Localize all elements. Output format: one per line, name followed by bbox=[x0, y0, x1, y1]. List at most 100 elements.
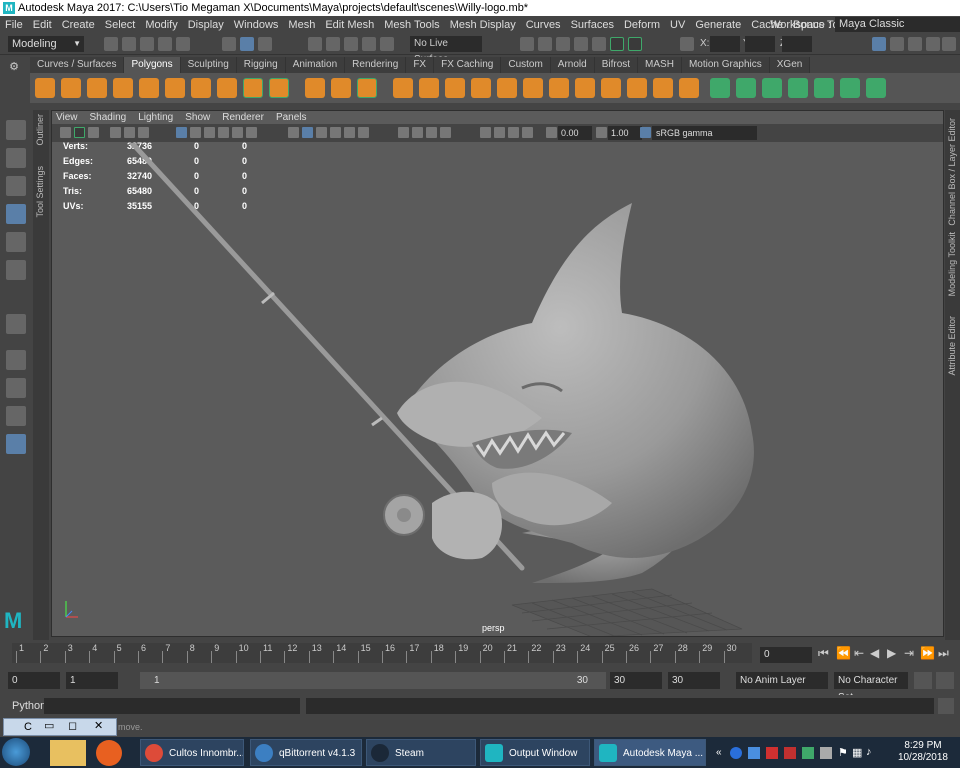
z-field[interactable] bbox=[782, 36, 812, 52]
two-view-layout-icon[interactable] bbox=[6, 406, 26, 426]
rotate-tool-icon[interactable] bbox=[6, 232, 26, 252]
vp-menu-view[interactable]: View bbox=[56, 112, 78, 123]
menu-select[interactable]: Select bbox=[100, 19, 141, 31]
xray-joints-icon[interactable] bbox=[508, 127, 519, 138]
poly-disc-icon[interactable] bbox=[191, 78, 211, 98]
safe-action-icon[interactable] bbox=[246, 127, 257, 138]
four-view-layout-icon[interactable] bbox=[6, 378, 26, 398]
taskbar-maya[interactable]: Autodesk Maya ... bbox=[594, 739, 706, 766]
2d-pan-zoom-icon[interactable] bbox=[124, 127, 135, 138]
select-object-icon[interactable] bbox=[240, 37, 254, 51]
shelf-tab-motion-graphics[interactable]: Motion Graphics bbox=[681, 57, 770, 73]
anim-prefs-icon[interactable] bbox=[936, 672, 954, 689]
outliner-tab[interactable]: Outliner bbox=[35, 114, 45, 146]
undo-icon[interactable] bbox=[158, 37, 172, 51]
view-transform-dropdown[interactable]: sRGB gamma bbox=[652, 126, 757, 140]
save-scene-icon[interactable] bbox=[140, 37, 154, 51]
tray-app-icon[interactable] bbox=[766, 747, 778, 759]
start-button-icon[interactable] bbox=[2, 738, 30, 766]
tool-settings-tab[interactable]: Tool Settings bbox=[35, 166, 45, 218]
current-frame-field[interactable]: 0 bbox=[760, 647, 812, 663]
shelf-tab-xgen[interactable]: XGen bbox=[769, 57, 811, 73]
taskbar-output-window[interactable]: Output Window bbox=[480, 739, 590, 766]
menu-uv[interactable]: UV bbox=[665, 19, 690, 31]
minimized-window[interactable]: C ▭ ◻ ✕ bbox=[3, 718, 117, 736]
vp-menu-shading[interactable]: Shading bbox=[90, 112, 127, 123]
poly-plane-icon[interactable] bbox=[165, 78, 185, 98]
grease-pencil-icon[interactable] bbox=[138, 127, 149, 138]
vp-menu-panels[interactable]: Panels bbox=[276, 112, 307, 123]
use-all-lights-icon[interactable] bbox=[344, 127, 355, 138]
shelf-tab-bifrost[interactable]: Bifrost bbox=[594, 57, 639, 73]
smooth-shade-icon[interactable] bbox=[302, 127, 313, 138]
target-weld-icon[interactable] bbox=[627, 78, 647, 98]
modeling-toolkit-tab[interactable]: Modeling Toolkit bbox=[947, 232, 957, 296]
poly-cylinder-icon[interactable] bbox=[87, 78, 107, 98]
move-tool-icon[interactable] bbox=[6, 204, 26, 224]
motion-blur-icon[interactable] bbox=[412, 127, 423, 138]
uv-editor-icon[interactable] bbox=[814, 78, 834, 98]
offset-edge-loop-icon[interactable] bbox=[601, 78, 621, 98]
select-tool-icon[interactable] bbox=[6, 120, 26, 140]
fill-hole-icon[interactable] bbox=[497, 78, 517, 98]
anim-end-field[interactable]: 30 bbox=[668, 672, 720, 689]
layer-editor-toggle-icon[interactable] bbox=[942, 37, 956, 51]
shelf-tab-polygons[interactable]: Polygons bbox=[124, 57, 181, 73]
snap-view-icon[interactable] bbox=[362, 37, 376, 51]
menu-generate[interactable]: Generate bbox=[690, 19, 746, 31]
smooth-icon[interactable] bbox=[393, 78, 413, 98]
isolate-select-icon[interactable] bbox=[480, 127, 491, 138]
close-icon[interactable]: ✕ bbox=[94, 719, 103, 732]
step-forward-frame-icon[interactable]: ⏩ bbox=[920, 646, 935, 660]
poly-type-icon[interactable] bbox=[243, 78, 263, 98]
shark-model[interactable] bbox=[52, 143, 943, 636]
system-clock[interactable]: 8:29 PM 10/28/2018 bbox=[898, 740, 948, 764]
snap-grid-icon[interactable] bbox=[308, 37, 322, 51]
shelf-tab-rigging[interactable]: Rigging bbox=[236, 57, 286, 73]
arnold-view-icon[interactable] bbox=[628, 37, 642, 51]
menu-mesh-display[interactable]: Mesh Display bbox=[445, 19, 521, 31]
network-icon[interactable]: ▦ bbox=[852, 746, 862, 759]
single-view-layout-icon[interactable] bbox=[6, 350, 26, 370]
attribute-editor-tab[interactable]: Attribute Editor bbox=[947, 316, 957, 376]
hypershade-icon[interactable] bbox=[592, 37, 606, 51]
auto-key-icon[interactable] bbox=[914, 672, 932, 689]
modeling-toolkit-toggle-icon[interactable] bbox=[872, 37, 886, 51]
anim-layer-dropdown[interactable]: No Anim Layer bbox=[736, 672, 828, 689]
insert-edge-loop-icon[interactable] bbox=[575, 78, 595, 98]
shelf-tab-mash[interactable]: MASH bbox=[638, 57, 682, 73]
menu-surfaces[interactable]: Surfaces bbox=[566, 19, 619, 31]
snap-curve-icon[interactable] bbox=[326, 37, 340, 51]
menu-deform[interactable]: Deform bbox=[619, 19, 665, 31]
paint-select-tool-icon[interactable] bbox=[6, 176, 26, 196]
lasso-tool-icon[interactable] bbox=[6, 148, 26, 168]
menu-file[interactable]: File bbox=[0, 19, 28, 31]
bridge-icon[interactable] bbox=[419, 78, 439, 98]
extrude-icon[interactable] bbox=[445, 78, 465, 98]
step-back-frame-icon[interactable]: ⏪ bbox=[836, 646, 851, 660]
checker-icon[interactable] bbox=[840, 78, 860, 98]
range-slider-bar[interactable]: 1 30 bbox=[140, 672, 606, 689]
cylindrical-uv-icon[interactable] bbox=[736, 78, 756, 98]
viewport-panel[interactable]: View Shading Lighting Show Renderer Pane… bbox=[51, 110, 944, 637]
x-field[interactable] bbox=[710, 36, 740, 52]
go-to-start-icon[interactable]: ⏮ bbox=[818, 646, 829, 661]
tray-app-icon[interactable] bbox=[820, 747, 832, 759]
depth-of-field-icon[interactable] bbox=[440, 127, 451, 138]
taskbar-qbittorrent[interactable]: qBittorrent v4.1.3 bbox=[250, 739, 362, 766]
menu-mesh-tools[interactable]: Mesh Tools bbox=[379, 19, 444, 31]
poly-torus-icon[interactable] bbox=[139, 78, 159, 98]
tray-app-icon[interactable] bbox=[730, 747, 742, 759]
ipr-render-icon[interactable] bbox=[556, 37, 570, 51]
gamma-icon[interactable] bbox=[596, 127, 607, 138]
show-hidden-icons[interactable]: « bbox=[716, 747, 722, 758]
tool-settings-toggle-icon[interactable] bbox=[908, 37, 922, 51]
color-management-icon[interactable] bbox=[640, 127, 651, 138]
shelf-tab-rendering[interactable]: Rendering bbox=[345, 57, 407, 73]
select-camera-icon[interactable] bbox=[60, 127, 71, 138]
channel-box-toggle-icon[interactable] bbox=[926, 37, 940, 51]
transform-mode-icon[interactable] bbox=[680, 37, 694, 51]
spherical-uv-icon[interactable] bbox=[762, 78, 782, 98]
taskbar-steam[interactable]: Steam bbox=[366, 739, 476, 766]
go-to-end-icon[interactable]: ⏭ bbox=[938, 646, 949, 661]
